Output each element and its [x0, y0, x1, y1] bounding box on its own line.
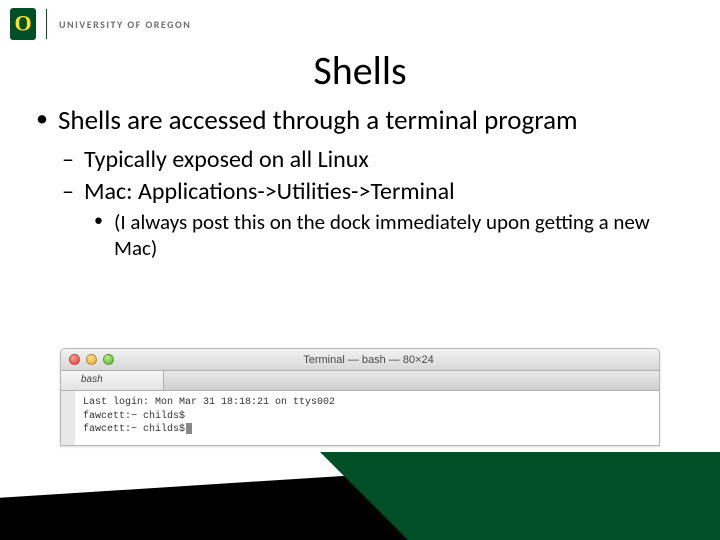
footer-black-shape [0, 452, 720, 540]
terminal-line: Last login: Mon Mar 31 18:18:21 on ttys0… [83, 396, 651, 410]
cursor-icon [186, 423, 192, 434]
terminal-line: fawcett:~ childs$ [83, 423, 651, 437]
institution-name: UNIVERSITY OF OREGON [59, 18, 191, 31]
bullet-level-3: (I always post this on the dock immediat… [34, 209, 686, 262]
terminal-window: Terminal — bash — 80×24 bash Last login:… [60, 348, 660, 446]
terminal-body: Last login: Mon Mar 31 18:18:21 on ttys0… [61, 391, 659, 445]
footer-green-shape [320, 452, 720, 540]
slide-title: Shells [0, 40, 720, 105]
uo-logo-icon [10, 8, 36, 40]
terminal-line: fawcett:~ childs$ [83, 410, 651, 424]
terminal-titlebar: Terminal — bash — 80×24 [61, 349, 659, 371]
terminal-prompt: fawcett:~ childs$ [83, 424, 185, 435]
terminal-screenshot: Terminal — bash — 80×24 bash Last login:… [60, 348, 660, 446]
bullet-level-2: Mac: Applications->Utilities->Terminal [34, 177, 686, 207]
terminal-title-text: Terminal — bash — 80×24 [86, 354, 651, 366]
slide: UNIVERSITY OF OREGON Shells Shells are a… [0, 0, 720, 540]
terminal-tabbar: bash [61, 371, 659, 391]
header-divider [46, 9, 47, 39]
bullet-level-2: Typically exposed on all Linux [34, 145, 686, 175]
close-icon [69, 354, 80, 365]
slide-header: UNIVERSITY OF OREGON [0, 0, 720, 40]
terminal-tab: bash [61, 371, 164, 390]
bullet-level-1: Shells are accessed through a terminal p… [34, 105, 686, 137]
slide-content: Shells are accessed through a terminal p… [0, 105, 720, 261]
footer-decoration [0, 440, 720, 540]
